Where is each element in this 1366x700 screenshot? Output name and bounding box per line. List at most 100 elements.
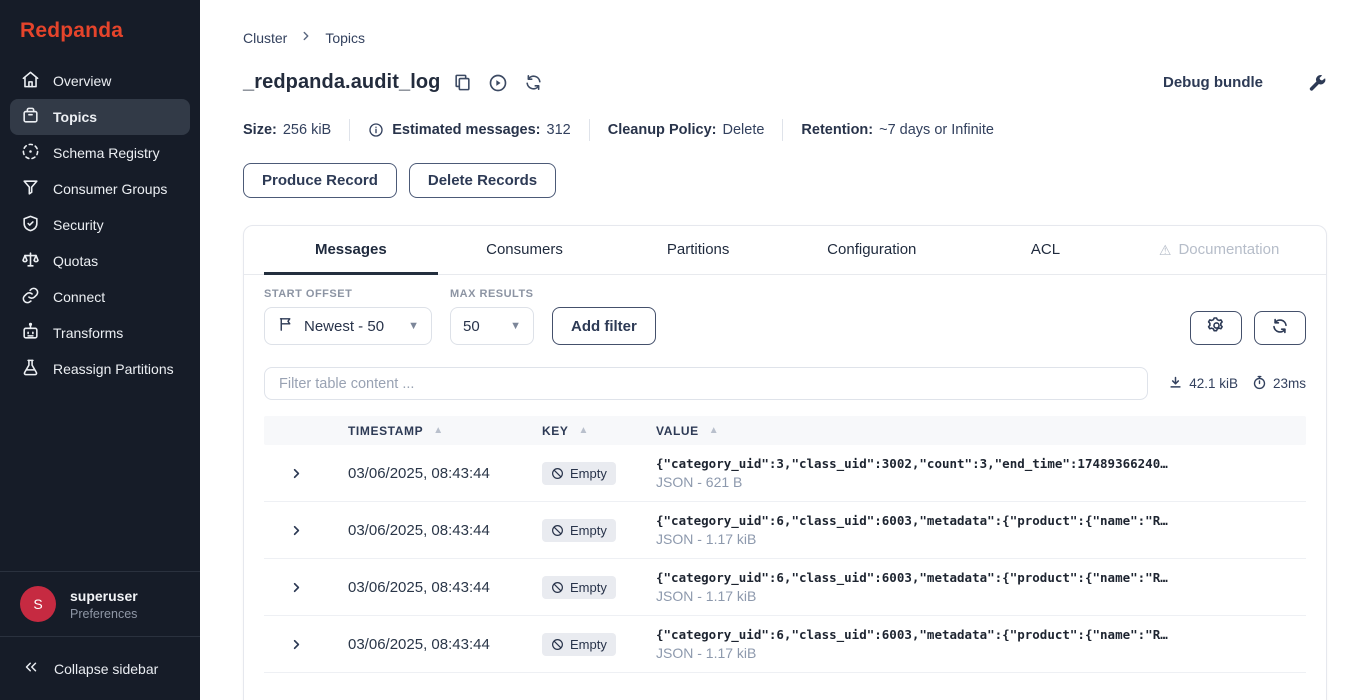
collapse-sidebar-button[interactable]: Collapse sidebar <box>0 637 200 700</box>
expand-row-button[interactable] <box>264 637 328 652</box>
copy-icon[interactable] <box>453 73 472 92</box>
preferences-link[interactable]: Preferences <box>70 607 138 621</box>
debug-bundle-link[interactable]: Debug bundle <box>1163 74 1263 91</box>
value-cell[interactable]: {"category_uid":3,"class_uid":3002,"coun… <box>656 456 1306 490</box>
messages-table: TIMESTAMP▲ KEY▲ VALUE▲ 03/06/2025, 08:43… <box>264 416 1306 673</box>
timestamp-cell: 03/06/2025, 08:43:44 <box>328 579 542 596</box>
table-settings-button[interactable] <box>1190 311 1242 345</box>
start-offset-value: Newest - 50 <box>304 318 384 335</box>
table-row: 03/06/2025, 08:43:44 Empty {"category_ui… <box>264 616 1306 673</box>
breadcrumb: Cluster Topics <box>243 29 1327 46</box>
tab-messages[interactable]: Messages <box>264 226 438 275</box>
chevron-right-icon <box>299 29 313 46</box>
start-offset-select[interactable]: Newest - 50 ▼ <box>264 307 432 345</box>
stopwatch-icon <box>1252 375 1267 393</box>
user-profile[interactable]: S superuser Preferences <box>0 572 200 636</box>
expand-row-button[interactable] <box>264 523 328 538</box>
main-content: Cluster Topics _redpanda.audit_log Debug… <box>200 0 1366 700</box>
sidebar-item-label: Connect <box>53 289 105 305</box>
sidebar-item-label: Overview <box>53 73 111 89</box>
sidebar-item-overview[interactable]: Overview <box>10 63 190 99</box>
ban-icon <box>551 581 564 594</box>
elapsed-time-stat: 23ms <box>1252 375 1306 393</box>
table-row: 03/06/2025, 08:43:44 Empty {"category_ui… <box>264 445 1306 502</box>
ban-icon <box>551 467 564 480</box>
sidebar-item-reassign-partitions[interactable]: Reassign Partitions <box>10 351 190 387</box>
stat-cleanup-policy: Cleanup Policy:Delete <box>608 122 765 138</box>
sidebar-item-label: Consumer Groups <box>53 181 167 197</box>
max-results-select[interactable]: 50 ▼ <box>450 307 534 345</box>
double-chevron-left-icon <box>22 658 40 679</box>
stat-size: Size:256 kiB <box>243 122 331 138</box>
topic-stats: Size:256 kiB Estimated messages:312 Clea… <box>243 119 1327 141</box>
value-cell[interactable]: {"category_uid":6,"class_uid":6003,"meta… <box>656 570 1306 604</box>
add-filter-button[interactable]: Add filter <box>552 307 656 345</box>
value-cell[interactable]: {"category_uid":6,"class_uid":6003,"meta… <box>656 627 1306 661</box>
delete-records-button[interactable]: Delete Records <box>409 163 556 198</box>
sidebar-item-label: Topics <box>53 109 97 125</box>
tab-configuration[interactable]: Configuration <box>785 226 959 275</box>
caret-down-icon: ▼ <box>408 320 419 332</box>
sidebar-item-label: Reassign Partitions <box>53 361 174 377</box>
breadcrumb-cluster[interactable]: Cluster <box>243 30 287 46</box>
wrench-icon[interactable] <box>1307 73 1327 93</box>
funnel-icon <box>21 178 40 200</box>
empty-key-badge: Empty <box>542 576 616 599</box>
scales-icon <box>21 250 40 272</box>
timestamp-cell: 03/06/2025, 08:43:44 <box>328 636 542 653</box>
max-results-value: 50 <box>463 318 480 335</box>
title-row: _redpanda.audit_log Debug bundle <box>243 71 1327 94</box>
topic-card: Messages Consumers Partitions Configurat… <box>243 225 1327 700</box>
ban-icon <box>551 524 564 537</box>
sidebar-item-label: Quotas <box>53 253 98 269</box>
search-row: 42.1 kiB 23ms <box>244 345 1326 412</box>
message-controls: START OFFSET Newest - 50 ▼ MAX RESULTS 5… <box>244 275 1326 345</box>
empty-key-badge: Empty <box>542 633 616 656</box>
play-circle-icon[interactable] <box>488 73 508 93</box>
sidebar-item-label: Schema Registry <box>53 145 160 161</box>
refresh-icon <box>1271 317 1289 340</box>
gear-icon <box>1207 316 1226 340</box>
sidebar-item-topics[interactable]: Topics <box>10 99 190 135</box>
value-cell[interactable]: {"category_uid":6,"class_uid":6003,"meta… <box>656 513 1306 547</box>
flask-icon <box>21 358 40 380</box>
link-icon <box>21 286 40 308</box>
sidebar-item-quotas[interactable]: Quotas <box>10 243 190 279</box>
produce-record-button[interactable]: Produce Record <box>243 163 397 198</box>
column-header-key[interactable]: KEY▲ <box>542 424 656 438</box>
table-header: TIMESTAMP▲ KEY▲ VALUE▲ <box>264 416 1306 445</box>
sidebar-item-transforms[interactable]: Transforms <box>10 315 190 351</box>
empty-key-badge: Empty <box>542 519 616 542</box>
topic-actions: Produce Record Delete Records <box>243 163 1327 198</box>
timestamp-cell: 03/06/2025, 08:43:44 <box>328 522 542 539</box>
sort-icon: ▲ <box>433 425 444 436</box>
tab-acl[interactable]: ACL <box>959 226 1133 275</box>
refresh-icon[interactable] <box>524 73 543 92</box>
column-header-timestamp[interactable]: TIMESTAMP▲ <box>328 424 542 438</box>
warning-icon: ⚠ <box>1159 243 1172 257</box>
sidebar-item-security[interactable]: Security <box>10 207 190 243</box>
sidebar-item-consumer-groups[interactable]: Consumer Groups <box>10 171 190 207</box>
ban-icon <box>551 638 564 651</box>
stat-estimated-messages: Estimated messages:312 <box>368 122 571 138</box>
sidebar-item-connect[interactable]: Connect <box>10 279 190 315</box>
stat-retention: Retention:~7 days or Infinite <box>801 122 994 138</box>
sidebar-item-schema-registry[interactable]: Schema Registry <box>10 135 190 171</box>
sidebar-nav: Overview Topics Schema Registry Consumer… <box>0 57 200 571</box>
expand-row-button[interactable] <box>264 580 328 595</box>
shield-icon <box>21 214 40 236</box>
info-icon[interactable] <box>368 122 384 138</box>
tab-documentation[interactable]: ⚠ Documentation <box>1132 226 1306 275</box>
tab-partitions[interactable]: Partitions <box>611 226 785 275</box>
breadcrumb-topics[interactable]: Topics <box>325 30 365 46</box>
redpanda-logo: Redpanda <box>0 0 200 57</box>
sort-icon: ▲ <box>578 425 589 436</box>
expand-row-button[interactable] <box>264 466 328 481</box>
empty-key-badge: Empty <box>542 462 616 485</box>
robot-icon <box>21 322 40 344</box>
schema-registry-icon <box>21 142 40 164</box>
reload-messages-button[interactable] <box>1254 311 1306 345</box>
filter-table-input[interactable] <box>264 367 1148 400</box>
column-header-value[interactable]: VALUE▲ <box>656 424 1306 438</box>
tab-consumers[interactable]: Consumers <box>438 226 612 275</box>
